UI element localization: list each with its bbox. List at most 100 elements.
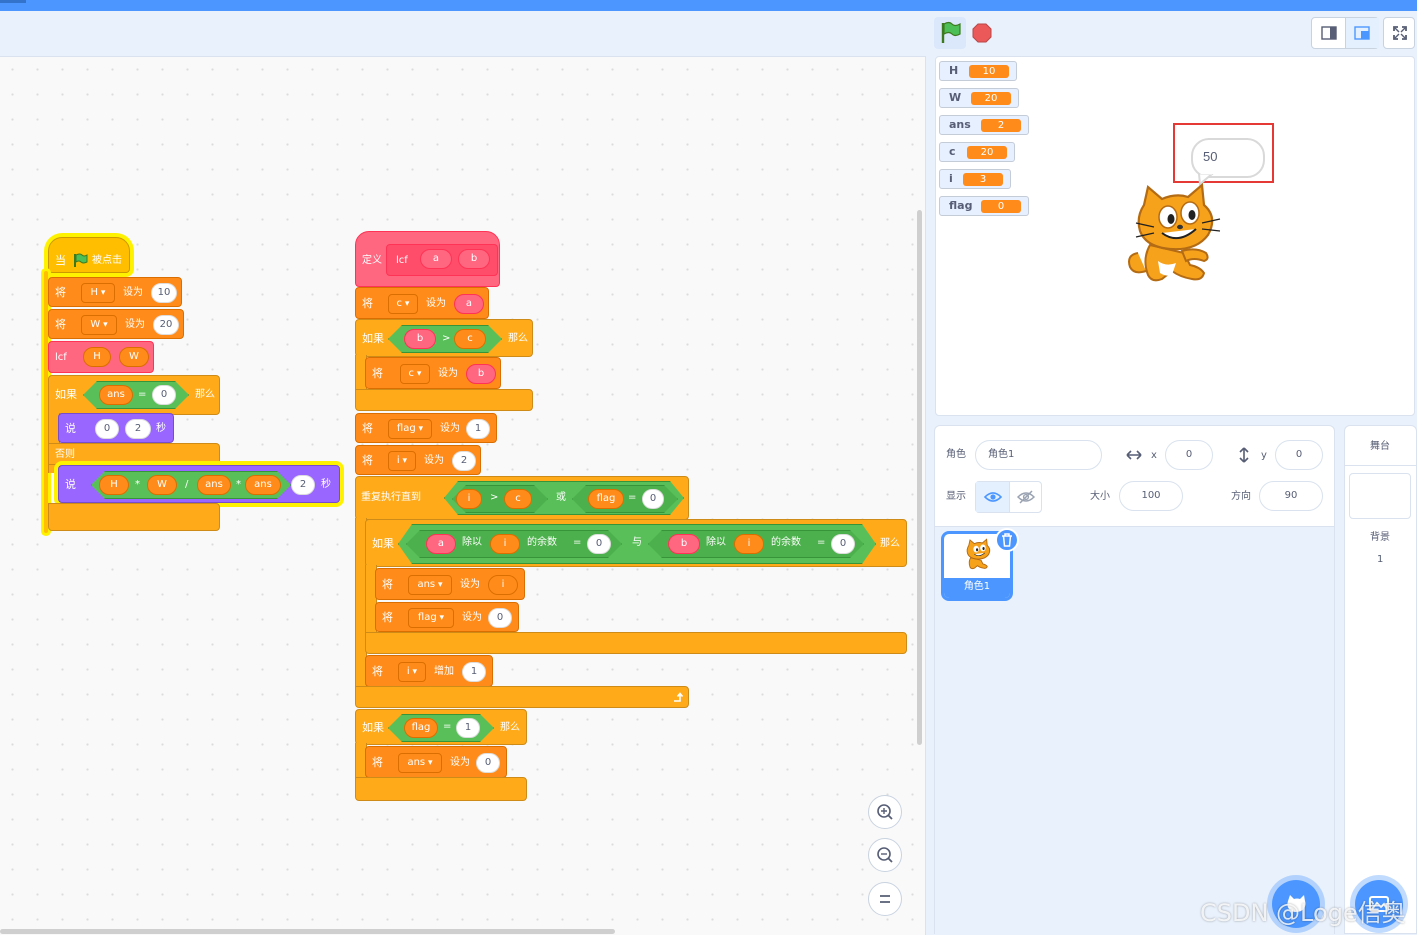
zero-input[interactable]: 0	[831, 534, 855, 554]
if-flag-block[interactable]: 如果 flag = 1 那么	[355, 709, 527, 745]
zero-input[interactable]: 0	[587, 534, 611, 554]
code-workspace[interactable]: 当 被点击 将 H 设为 10 将 W 设为 20 lcf H W 如果 ans…	[0, 56, 926, 935]
say-for-secs-block[interactable]: 说 0 2 秒	[58, 413, 174, 443]
monitor-label: i	[949, 172, 953, 185]
w-reporter[interactable]: W	[147, 475, 177, 495]
repeat-until-block[interactable]: 重复执行直到 i > c 或 flag = 0	[355, 476, 689, 520]
var-dropdown-ans[interactable]: ans	[398, 753, 442, 773]
h-reporter[interactable]: H	[99, 475, 129, 495]
value-input[interactable]: 1	[466, 419, 490, 439]
variable-monitor-i[interactable]: i3	[939, 169, 1011, 189]
param-b-reporter[interactable]: b	[466, 364, 496, 384]
x-input[interactable]: 0	[1165, 440, 1213, 470]
set-text: 将	[382, 578, 393, 591]
loop-arrow-icon	[674, 692, 683, 702]
param-b-reporter[interactable]: b	[668, 534, 700, 554]
to-text: 设为	[440, 423, 460, 434]
green-flag-button[interactable]	[934, 17, 966, 49]
i-reporter[interactable]: i	[488, 575, 518, 595]
message-input[interactable]: 0	[95, 419, 119, 439]
value-input[interactable]: 2	[452, 451, 476, 471]
var-dropdown-i[interactable]: i	[388, 451, 416, 471]
var-dropdown-i[interactable]: i	[398, 662, 426, 682]
scratch-cat-sprite[interactable]	[1122, 183, 1226, 289]
if-else-block[interactable]: 如果 ans = 0 那么	[48, 375, 220, 415]
variable-monitor-H[interactable]: H 10	[939, 61, 1017, 81]
hide-button[interactable]	[1009, 482, 1042, 512]
value-input[interactable]: 20	[153, 315, 179, 335]
variable-monitor-flag[interactable]: flag 0	[939, 196, 1029, 216]
c-reporter[interactable]: c	[504, 489, 532, 509]
sprite-name-input[interactable]: 角色1	[975, 440, 1102, 470]
arg-w[interactable]: W	[119, 347, 149, 367]
zoom-in-button[interactable]	[868, 795, 902, 829]
ans-reporter[interactable]: ans	[245, 475, 281, 495]
param-a[interactable]: a	[420, 249, 452, 269]
var-dropdown-flag[interactable]: flag	[388, 419, 432, 439]
set-i-2-block[interactable]: 将 i 设为 2	[355, 445, 481, 475]
param-a-reporter[interactable]: a	[454, 294, 484, 314]
when-flag-clicked-hat[interactable]: 当 被点击	[48, 237, 130, 273]
delete-sprite-button[interactable]	[995, 528, 1019, 552]
y-input[interactable]: 0	[1275, 440, 1323, 470]
ans-reporter[interactable]: ans	[99, 385, 133, 405]
to-text: 设为	[426, 298, 446, 309]
code-horizontal-scrollbar[interactable]	[0, 929, 615, 934]
change-i-block[interactable]: 将 i 增加 1	[365, 655, 493, 687]
set-ans-0-block[interactable]: 将 ans 设为 0	[365, 746, 507, 778]
seconds-input[interactable]: 2	[291, 475, 315, 495]
size-input[interactable]: 100	[1119, 481, 1183, 511]
watermark: CSDN @Loge信奥	[1200, 899, 1406, 927]
one-input[interactable]: 1	[456, 718, 480, 738]
i-reporter[interactable]: i	[456, 489, 482, 509]
i-reporter[interactable]: i	[490, 534, 520, 554]
ans-reporter[interactable]: ans	[197, 475, 231, 495]
i-reporter[interactable]: i	[734, 534, 764, 554]
if-b-gt-c-block[interactable]: 如果 b > c 那么	[355, 319, 533, 357]
set-flag-1-block[interactable]: 将 flag 设为 1	[355, 413, 497, 443]
set-ans-i-block[interactable]: 将 ans 设为 i	[375, 568, 525, 600]
param-b[interactable]: b	[458, 249, 490, 269]
large-stage-button[interactable]	[1345, 18, 1379, 48]
show-button[interactable]	[976, 482, 1009, 512]
zero-input[interactable]: 0	[152, 385, 176, 405]
value-input[interactable]: 1	[462, 662, 486, 682]
param-b-reporter[interactable]: b	[404, 329, 436, 349]
flag-reporter[interactable]: flag	[404, 718, 438, 738]
set-flag-0-block[interactable]: 将 flag 设为 0	[375, 602, 519, 632]
value-input[interactable]: 10	[151, 283, 177, 303]
set-c-a-block[interactable]: 将 c 设为 a	[355, 287, 489, 319]
var-dropdown-c[interactable]: c	[388, 294, 418, 314]
define-lcf-hat[interactable]: 定义 lcf a b	[355, 231, 500, 287]
var-dropdown-ans[interactable]: ans	[408, 575, 452, 595]
small-stage-button[interactable]	[1312, 18, 1345, 48]
variable-monitor-W[interactable]: W 20	[939, 88, 1019, 108]
zero-input[interactable]: 0	[642, 489, 664, 509]
var-dropdown-h[interactable]: H	[81, 283, 115, 303]
call-lcf-block[interactable]: lcf H W	[48, 341, 154, 373]
var-dropdown-flag[interactable]: flag	[408, 608, 454, 628]
arg-h[interactable]: H	[83, 347, 111, 367]
zoom-reset-button[interactable]	[868, 882, 902, 916]
set-h-block[interactable]: 将 H 设为 10	[48, 277, 182, 307]
set-c-b-block[interactable]: 将 c 设为 b	[365, 357, 501, 389]
variable-monitor-c[interactable]: c 20	[939, 142, 1015, 162]
value-input[interactable]: 0	[488, 608, 512, 628]
if-divisible-block[interactable]: 如果 a 除以 i 的余数 = 0 与 b 除以 i 的余数 = 0 那么	[365, 519, 907, 567]
param-a-reporter[interactable]: a	[426, 534, 456, 554]
var-dropdown-w[interactable]: W	[81, 315, 117, 335]
var-dropdown-c[interactable]: c	[400, 364, 430, 384]
value-input[interactable]: 0	[476, 753, 500, 773]
code-vertical-scrollbar[interactable]	[917, 210, 922, 745]
stage-thumbnail[interactable]	[1349, 473, 1411, 519]
set-w-block[interactable]: 将 W 设为 20	[48, 309, 184, 339]
stop-icon[interactable]	[972, 23, 992, 43]
flag-reporter[interactable]: flag	[588, 489, 624, 509]
variable-monitor-ans[interactable]: ans 2	[939, 115, 1029, 135]
seconds-input[interactable]: 2	[125, 419, 151, 439]
fullscreen-button[interactable]	[1383, 17, 1415, 49]
c-reporter[interactable]: c	[454, 329, 486, 349]
say-expression-block[interactable]: 说 H * W / ans * ans 2 秒	[58, 465, 340, 503]
direction-input[interactable]: 90	[1259, 481, 1323, 511]
zoom-out-button[interactable]	[868, 838, 902, 872]
